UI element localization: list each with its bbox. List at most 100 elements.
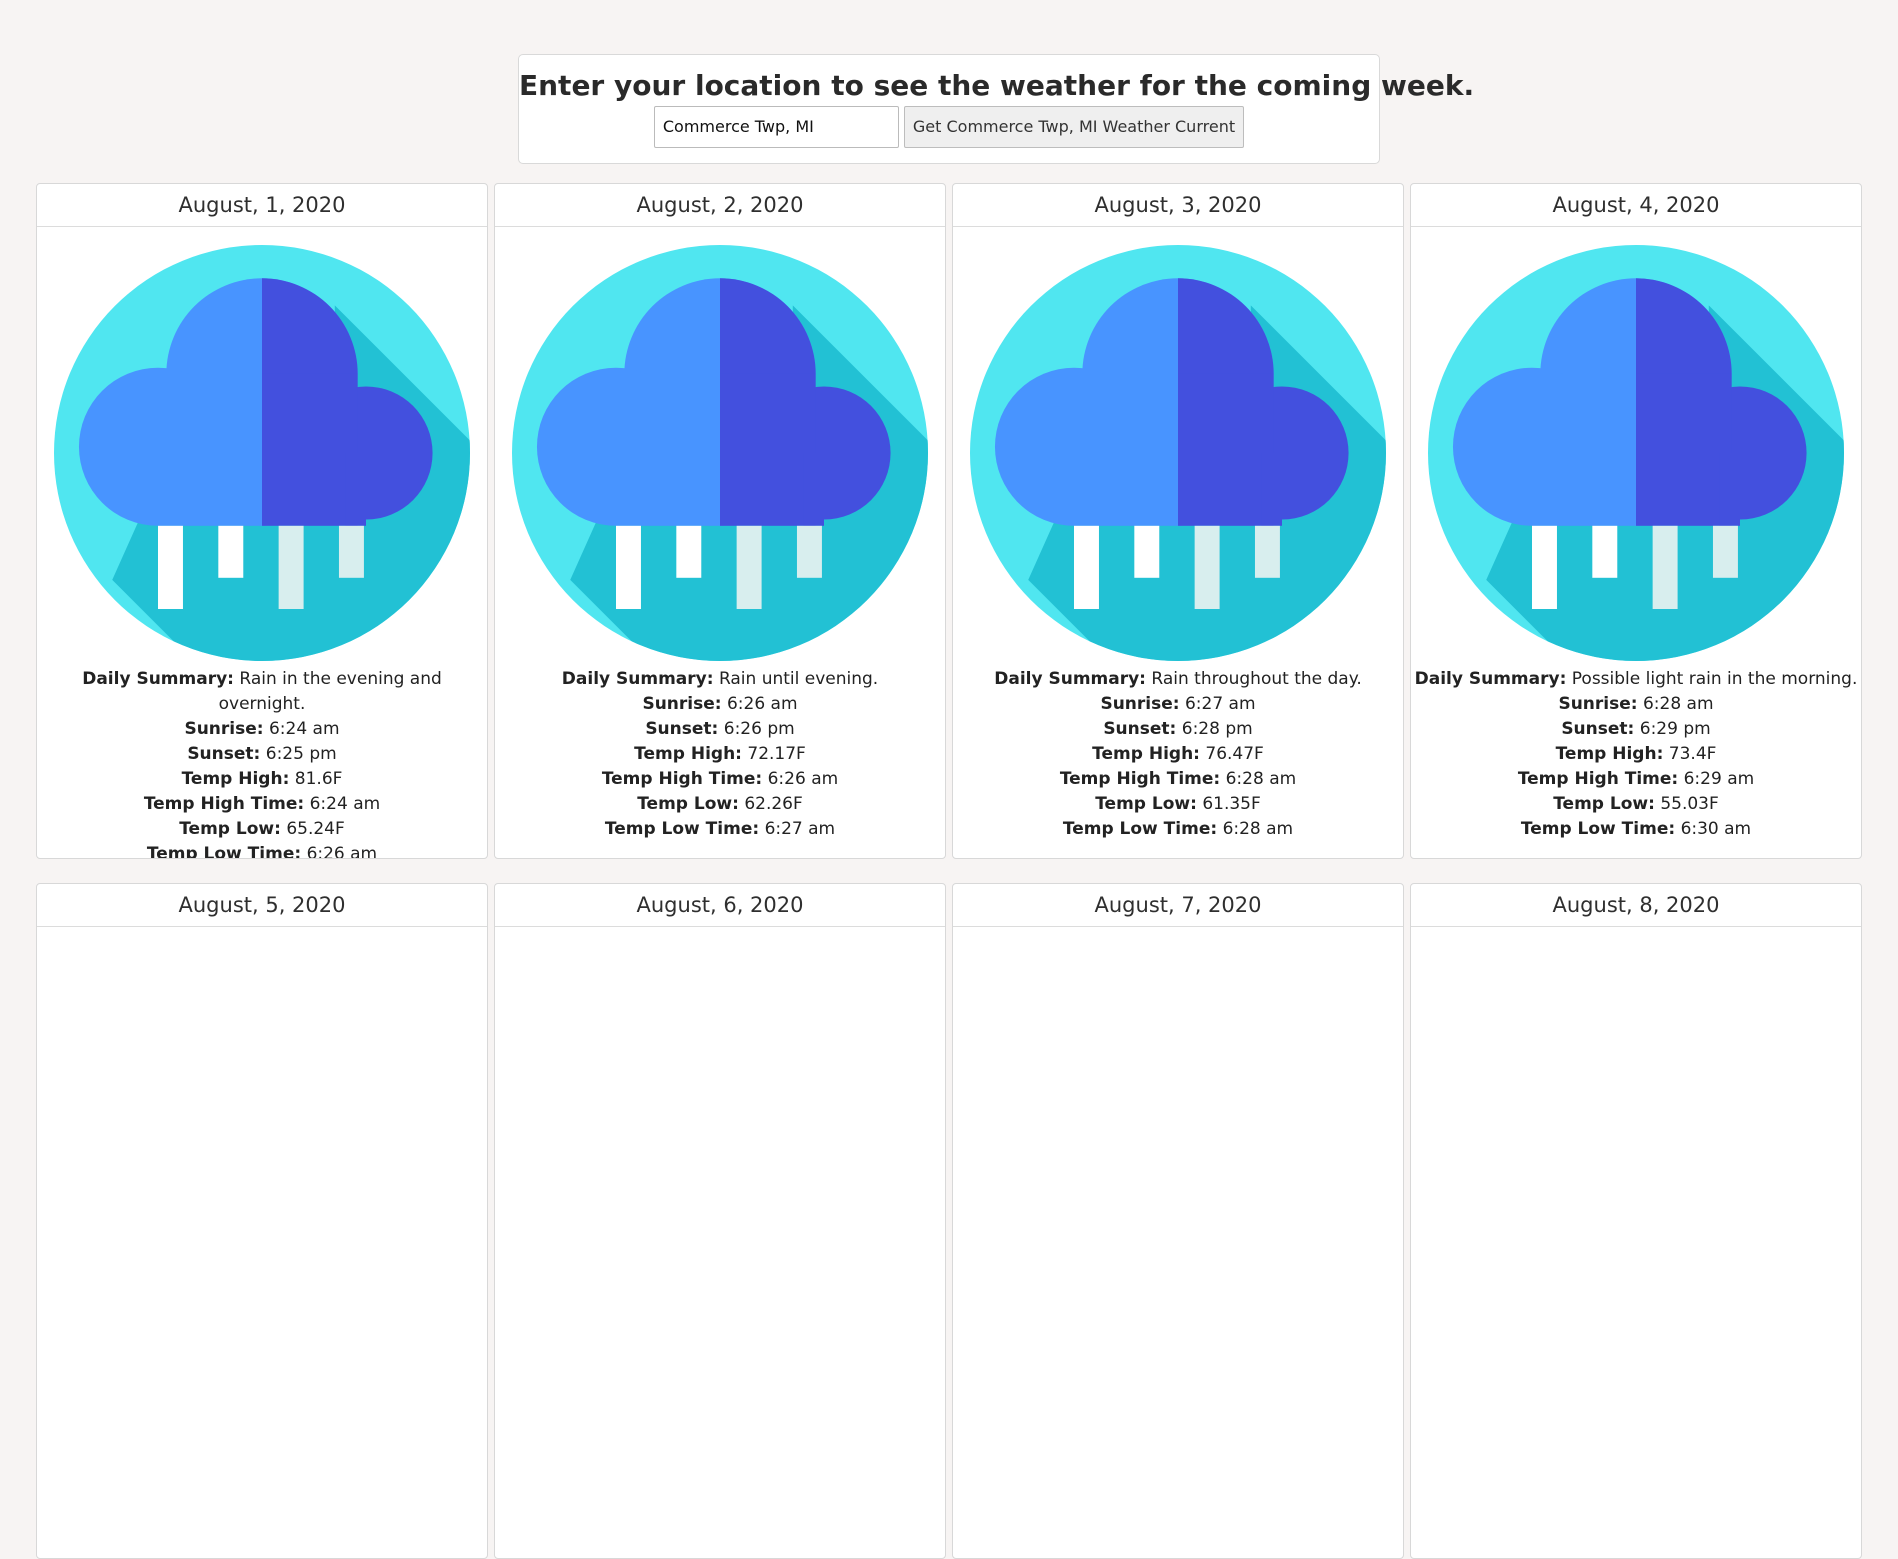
day-card-3: August, 3, 2020 Daily Summary: Rain thro… (952, 183, 1404, 859)
card-date: August, 3, 2020 (953, 184, 1403, 227)
temp-high-line: Temp High: 81.6F (37, 767, 487, 792)
temp-low-time-label: Temp Low Time: (146, 844, 302, 859)
temp-high-time-value: 6:28 am (1225, 769, 1297, 789)
sunset-value: 6:29 pm (1639, 719, 1711, 739)
sunrise-label: Sunrise: (642, 694, 722, 714)
sunrise-line: Sunrise: 6:26 am (495, 692, 945, 717)
card-date: August, 5, 2020 (37, 884, 487, 927)
sunset-value: 6:28 pm (1181, 719, 1253, 739)
day-details: Daily Summary: Rain until evening. Sunri… (495, 667, 945, 842)
day-details: Daily Summary: Possible light rain in th… (1411, 667, 1861, 842)
temp-low-label: Temp Low: (179, 819, 281, 839)
temp-high-time-value: 6:24 am (309, 794, 381, 814)
card-date: August, 8, 2020 (1411, 884, 1861, 927)
get-weather-button[interactable]: Get Commerce Twp, MI Weather Current (903, 105, 1245, 148)
day-card-1: August, 1, 2020 Daily Summary: Rain in t… (36, 183, 488, 859)
temp-high-time-line: Temp High Time: 6:24 am (37, 792, 487, 817)
sunset-value: 6:26 pm (723, 719, 795, 739)
temp-high-line: Temp High: 76.47F (953, 742, 1403, 767)
card-date: August, 4, 2020 (1411, 184, 1861, 227)
temp-high-time-value: 6:29 am (1683, 769, 1755, 789)
rain-cloud-icon (54, 245, 470, 661)
summary-value: Possible light rain in the morning. (1571, 669, 1858, 689)
sunset-label: Sunset: (1561, 719, 1635, 739)
sunrise-value: 6:27 am (1184, 694, 1256, 714)
summary-value: Rain in the evening and overnight. (218, 669, 442, 714)
day-card-2: August, 2, 2020 Daily Summary: Rain unti… (494, 183, 946, 859)
temp-low-time-label: Temp Low Time: (1520, 819, 1676, 839)
card-date: August, 7, 2020 (953, 884, 1403, 927)
temp-high-time-label: Temp High Time: (1517, 769, 1679, 789)
temp-low-time-value: 6:28 am (1222, 819, 1294, 839)
sunrise-value: 6:24 am (268, 719, 340, 739)
summary-label: Daily Summary: (994, 669, 1146, 689)
temp-low-time-label: Temp Low Time: (604, 819, 760, 839)
forecast-cards: August, 1, 2020 Daily Summary: Rain in t… (36, 183, 1864, 1559)
day-card-4: August, 4, 2020 Daily Summary: Possible … (1410, 183, 1862, 859)
temp-low-time-line: Temp Low Time: 6:27 am (495, 817, 945, 842)
summary-label: Daily Summary: (82, 669, 234, 689)
summary-line: Daily Summary: Rain in the evening and o… (37, 667, 487, 717)
sunrise-label: Sunrise: (1100, 694, 1180, 714)
day-card-6: August, 6, 2020 (494, 883, 946, 1559)
card-row-2: August, 5, 2020 August, 6, 2020 August, … (36, 883, 1864, 1559)
temp-low-time-line: Temp Low Time: 6:28 am (953, 817, 1403, 842)
temp-high-value: 73.4F (1668, 744, 1717, 764)
search-row: Get Commerce Twp, MI Weather Current (519, 105, 1379, 148)
day-details: Daily Summary: Rain in the evening and o… (37, 667, 487, 859)
sunrise-value: 6:26 am (726, 694, 798, 714)
rain-cloud-icon (970, 245, 1386, 661)
temp-high-label: Temp High: (1092, 744, 1200, 764)
day-details: Daily Summary: Rain throughout the day. … (953, 667, 1403, 842)
temp-low-line: Temp Low: 61.35F (953, 792, 1403, 817)
temp-low-line: Temp Low: 62.26F (495, 792, 945, 817)
page-title: Enter your location to see the weather f… (519, 69, 1475, 102)
temp-low-value: 62.26F (744, 794, 803, 814)
temp-low-label: Temp Low: (1095, 794, 1197, 814)
card-date: August, 2, 2020 (495, 184, 945, 227)
temp-high-time-value: 6:26 am (767, 769, 839, 789)
day-card-7: August, 7, 2020 (952, 883, 1404, 1559)
temp-low-line: Temp Low: 55.03F (1411, 792, 1861, 817)
card-row-1: August, 1, 2020 Daily Summary: Rain in t… (36, 183, 1864, 859)
temp-low-time-label: Temp Low Time: (1062, 819, 1218, 839)
sunset-label: Sunset: (187, 744, 261, 764)
summary-line: Daily Summary: Rain until evening. (495, 667, 945, 692)
rain-cloud-icon (512, 245, 928, 661)
sunset-line: Sunset: 6:26 pm (495, 717, 945, 742)
temp-high-label: Temp High: (1555, 744, 1664, 764)
temp-high-value: 76.47F (1205, 744, 1264, 764)
temp-high-time-line: Temp High Time: 6:26 am (495, 767, 945, 792)
temp-low-label: Temp Low: (1553, 794, 1655, 814)
temp-low-time-value: 6:27 am (764, 819, 836, 839)
sunrise-line: Sunrise: 6:28 am (1411, 692, 1861, 717)
summary-line: Daily Summary: Possible light rain in th… (1411, 667, 1861, 692)
summary-value: Rain until evening. (718, 669, 879, 689)
summary-value: Rain throughout the day. (1151, 669, 1362, 689)
sunrise-line: Sunrise: 6:27 am (953, 692, 1403, 717)
temp-high-line: Temp High: 72.17F (495, 742, 945, 767)
sunset-line: Sunset: 6:29 pm (1411, 717, 1861, 742)
temp-low-time-value: 6:26 am (306, 844, 378, 859)
temp-high-time-label: Temp High Time: (601, 769, 763, 789)
day-card-8: August, 8, 2020 (1410, 883, 1862, 1559)
temp-low-line: Temp Low: 65.24F (37, 817, 487, 842)
location-input[interactable] (653, 105, 899, 148)
sunset-line: Sunset: 6:28 pm (953, 717, 1403, 742)
sunset-label: Sunset: (645, 719, 719, 739)
temp-high-time-line: Temp High Time: 6:29 am (1411, 767, 1861, 792)
temp-low-value: 61.35F (1202, 794, 1261, 814)
temp-high-time-label: Temp High Time: (143, 794, 305, 814)
temp-low-time-line: Temp Low Time: 6:26 am (37, 842, 487, 859)
rain-cloud-icon (1428, 245, 1844, 661)
summary-label: Daily Summary: (561, 669, 714, 689)
sunset-label: Sunset: (1103, 719, 1177, 739)
sunset-value: 6:25 pm (265, 744, 337, 764)
sunrise-line: Sunrise: 6:24 am (37, 717, 487, 742)
sunset-line: Sunset: 6:25 pm (37, 742, 487, 767)
sunrise-label: Sunrise: (184, 719, 264, 739)
temp-high-line: Temp High: 73.4F (1411, 742, 1861, 767)
sunrise-value: 6:28 am (1642, 694, 1714, 714)
temp-low-value: 65.24F (286, 819, 345, 839)
location-search-panel: Enter your location to see the weather f… (518, 54, 1475, 164)
